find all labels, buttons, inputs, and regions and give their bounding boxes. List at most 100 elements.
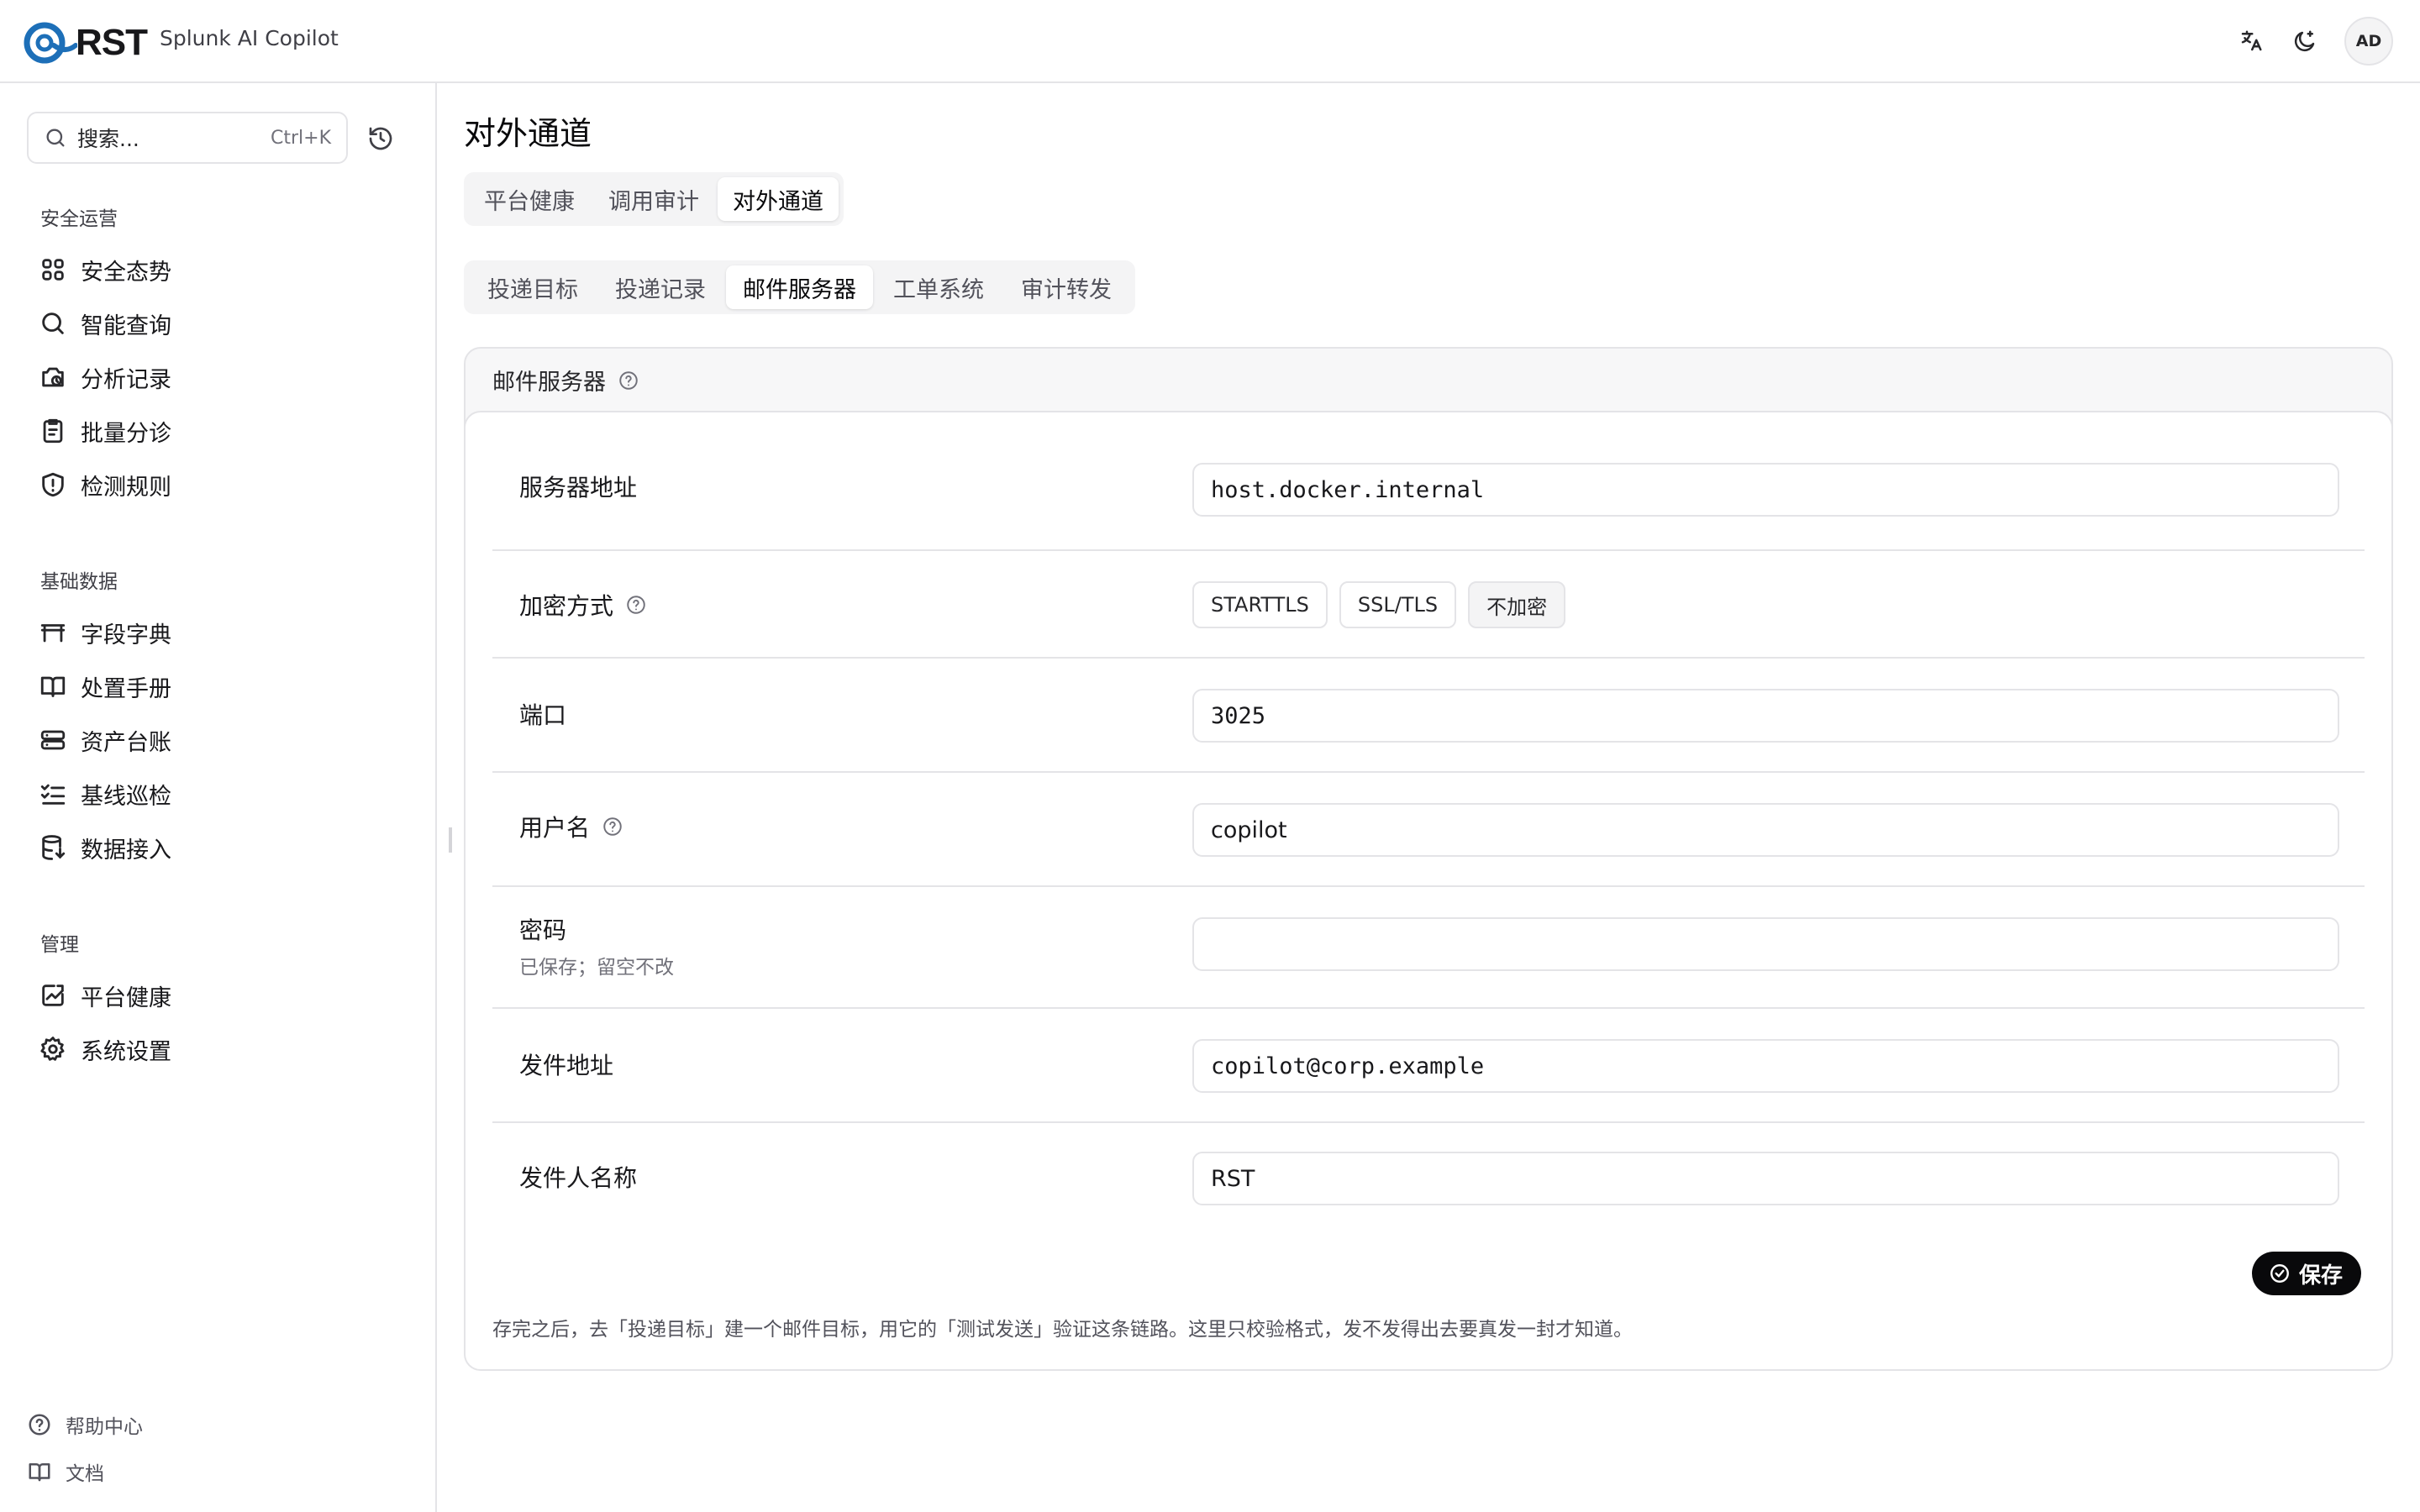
form-row-from-name: 发件人名称 RST <box>492 1123 2365 1224</box>
user-avatar[interactable]: AD <box>2344 17 2393 66</box>
mail-server-card: 邮件服务器 服务器地址 host.docker.internal 加密方式 ST… <box>464 347 2393 1371</box>
shield-alert-icon <box>42 472 64 497</box>
form-row-username: 用户名 copilot <box>492 773 2365 887</box>
from-address-label-text: 发件地址 <box>519 1052 614 1079</box>
logo-mark-icon <box>24 22 77 64</box>
logo-text: RST <box>76 22 148 63</box>
from-name-input[interactable]: RST <box>1192 1152 2339 1205</box>
sidebar-item-data-ingestion[interactable]: 数据接入 <box>39 827 171 868</box>
sidebar-item-system-settings[interactable]: 系统设置 <box>39 1029 171 1069</box>
password-label-text: 密码 <box>519 916 567 944</box>
sidebar-item-label: 批量分诊 <box>81 420 171 447</box>
search-box[interactable]: 搜索... Ctrl+K <box>27 112 348 164</box>
from-name-label-text: 发件人名称 <box>519 1164 638 1192</box>
language-button[interactable] <box>2237 27 2265 55</box>
book-icon <box>29 1463 50 1482</box>
logo[interactable]: RST <box>22 20 148 66</box>
page-tabs: 平台健康 调用审计 对外通道 <box>464 172 844 226</box>
page-title: 对外通道 <box>464 115 592 152</box>
sidebar-item-field-dictionary[interactable]: 字段字典 <box>39 612 171 653</box>
help-circle-icon <box>29 1414 50 1436</box>
encryption-none-option[interactable]: 不加密 <box>1468 581 1566 628</box>
password-input[interactable] <box>1192 917 2339 971</box>
sidebar: 搜索... Ctrl+K 安全运营 安全态势 智能查询 分析记录 批量分诊 检测… <box>0 83 437 1512</box>
gear-icon <box>40 1037 65 1061</box>
database-icon <box>42 835 66 860</box>
encryption-label: 加密方式 <box>519 588 647 622</box>
form-row-from-address: 发件地址 copilot@corp.example <box>492 1009 2365 1123</box>
tab-call-audit[interactable]: 调用审计 <box>593 177 714 221</box>
sidebar-item-detection-rules[interactable]: 检测规则 <box>39 465 171 505</box>
sidebar-item-batch-triage[interactable]: 批量分诊 <box>39 411 171 451</box>
docs-label: 文档 <box>66 1463 104 1485</box>
help-circle-icon[interactable] <box>618 370 639 391</box>
card-title: 邮件服务器 <box>492 370 606 396</box>
password-label: 密码 <box>519 912 566 946</box>
sidebar-item-security-posture[interactable]: 安全态势 <box>39 249 171 290</box>
port-label-text: 端口 <box>519 701 567 729</box>
card-header: 邮件服务器 <box>492 364 639 396</box>
sidebar-item-playbook[interactable]: 处置手册 <box>39 666 171 706</box>
help-circle-icon[interactable] <box>625 594 647 616</box>
clipboard-icon <box>43 418 63 444</box>
history-button[interactable] <box>367 125 394 152</box>
check-circle-icon <box>2270 1264 2289 1283</box>
encryption-starttls-option[interactable]: STARTTLS <box>1192 581 1328 628</box>
mail-server-footnote: 存完之后，去「投递目标」建一个邮件目标，用它的「测试发送」验证这条链路。这里只校… <box>492 1319 1633 1341</box>
sidebar-item-smart-query[interactable]: 智能查询 <box>39 303 171 344</box>
moon-icon <box>2294 30 2315 52</box>
host-input[interactable]: host.docker.internal <box>1192 463 2339 517</box>
subtab-ticket-system[interactable]: 工单系统 <box>876 265 1001 309</box>
sidebar-item-label: 分析记录 <box>81 366 171 393</box>
sidebar-item-label: 数据接入 <box>81 837 171 864</box>
from-address-input[interactable]: copilot@corp.example <box>1192 1039 2339 1093</box>
subtab-delivery-records[interactable]: 投递记录 <box>598 265 723 309</box>
server-icon <box>40 730 66 750</box>
port-input[interactable]: 3025 <box>1192 689 2339 743</box>
subtab-mail-server[interactable]: 邮件服务器 <box>726 265 873 309</box>
form-row-port: 端口 3025 <box>492 659 2365 773</box>
translate-icon <box>2241 30 2262 51</box>
sidebar-resize-handle[interactable] <box>449 827 452 853</box>
app-name: Splunk AI Copilot <box>160 26 339 50</box>
book-open-icon <box>40 676 66 697</box>
from-name-label: 发件人名称 <box>519 1160 637 1194</box>
mail-server-form: 服务器地址 host.docker.internal 加密方式 STARTTLS… <box>464 411 2393 1371</box>
chart-icon <box>42 984 64 1006</box>
encryption-options: STARTTLS SSL/TLS 不加密 <box>1192 581 1566 628</box>
sidebar-item-label: 字段字典 <box>81 622 171 648</box>
sidebar-item-baseline-inspection[interactable]: 基线巡检 <box>39 774 171 814</box>
form-row-password: 密码 已保存；留空不改 <box>492 887 2365 1009</box>
table-icon <box>40 624 66 643</box>
tab-external-channels[interactable]: 对外通道 <box>718 177 839 221</box>
top-bar: RST Splunk AI Copilot AD <box>0 0 2420 83</box>
channel-subtabs: 投递目标 投递记录 邮件服务器 工单系统 审计转发 <box>464 260 1135 314</box>
sidebar-item-analysis-records[interactable]: 分析记录 <box>39 357 171 397</box>
sidebar-item-label: 处置手册 <box>81 675 171 702</box>
from-address-label: 发件地址 <box>519 1047 613 1081</box>
docs-link[interactable]: 文档 <box>27 1457 104 1486</box>
sidebar-item-label: 基线巡检 <box>81 783 171 810</box>
subtab-audit-forwarding[interactable]: 审计转发 <box>1004 265 1128 309</box>
encryption-ssl-tls-option[interactable]: SSL/TLS <box>1339 581 1457 628</box>
tab-platform-health[interactable]: 平台健康 <box>469 177 590 221</box>
help-center-link[interactable]: 帮助中心 <box>27 1410 143 1439</box>
username-label-text: 用户名 <box>519 814 591 842</box>
section-label-management: 管理 <box>40 934 79 956</box>
grid-icon <box>42 259 64 281</box>
subtab-delivery-targets[interactable]: 投递目标 <box>471 265 595 309</box>
save-button[interactable]: 保存 <box>2252 1252 2362 1295</box>
sidebar-item-label: 平台健康 <box>81 984 171 1011</box>
host-label: 服务器地址 <box>519 470 637 503</box>
theme-toggle-button[interactable] <box>2291 27 2319 55</box>
search-shortcut: Ctrl+K <box>270 127 331 149</box>
username-input[interactable]: copilot <box>1192 803 2339 857</box>
history-icon <box>369 127 392 150</box>
host-label-text: 服务器地址 <box>519 474 638 501</box>
sidebar-item-label: 资产台账 <box>81 729 171 756</box>
search-icon <box>42 312 64 334</box>
help-circle-icon[interactable] <box>602 816 623 837</box>
form-row-host: 服务器地址 host.docker.internal <box>492 412 2365 551</box>
sidebar-item-asset-ledger[interactable]: 资产台账 <box>39 720 171 760</box>
sidebar-item-platform-health[interactable]: 平台健康 <box>39 975 171 1016</box>
